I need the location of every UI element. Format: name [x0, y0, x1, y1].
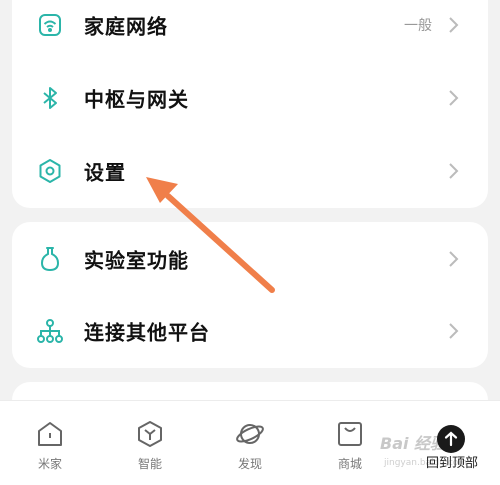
- bluetooth-icon: [36, 84, 64, 112]
- row-connect-platforms[interactable]: 连接其他平台: [12, 295, 488, 367]
- hexagon-settings-icon: [36, 157, 64, 185]
- tab-mall[interactable]: 商城: [314, 419, 386, 479]
- row-label: 中枢与网关: [84, 87, 189, 112]
- chevron-right-icon: [449, 163, 459, 179]
- tab-home[interactable]: 米家: [14, 419, 86, 479]
- shopping-bag-icon: [338, 422, 362, 446]
- row-hub-gateway[interactable]: 中枢与网关: [12, 62, 488, 134]
- arrow-up-icon: [444, 431, 458, 447]
- tab-label: 商城: [337, 457, 362, 471]
- chevron-right-icon: [449, 90, 459, 106]
- tab-label: 智能: [137, 457, 162, 471]
- back-to-top-button[interactable]: [437, 425, 465, 453]
- smart-cube-icon: [138, 421, 162, 447]
- chevron-right-icon: [449, 323, 459, 339]
- wifi-router-icon: [36, 11, 64, 39]
- row-label: 家庭网络: [84, 14, 168, 39]
- tab-label: 发现: [237, 457, 262, 471]
- settings-card-secondary: 实验室功能 连接其他平台: [12, 222, 488, 368]
- tab-discover[interactable]: 发现: [214, 419, 286, 479]
- flask-icon: [36, 245, 64, 273]
- row-label: 实验室功能: [84, 248, 189, 273]
- network-status-value: 一般: [404, 18, 432, 34]
- network-hierarchy-icon: [36, 317, 64, 345]
- chevron-right-icon: [449, 251, 459, 267]
- row-lab-features[interactable]: 实验室功能: [12, 223, 488, 295]
- back-to-top-label: 回到顶部: [426, 456, 479, 471]
- chevron-right-icon: [449, 17, 459, 33]
- home-icon: [38, 422, 62, 446]
- settings-card-primary: 家庭网络 一般 中枢与网关 设置: [12, 0, 488, 208]
- tab-label: 米家: [37, 457, 62, 471]
- row-home-network[interactable]: 家庭网络 一般: [12, 0, 488, 61]
- tab-smart[interactable]: 智能: [114, 419, 186, 479]
- row-label: 连接其他平台: [84, 320, 210, 345]
- row-settings[interactable]: 设置: [12, 135, 488, 207]
- planet-icon: [236, 424, 264, 444]
- row-label: 设置: [84, 160, 126, 185]
